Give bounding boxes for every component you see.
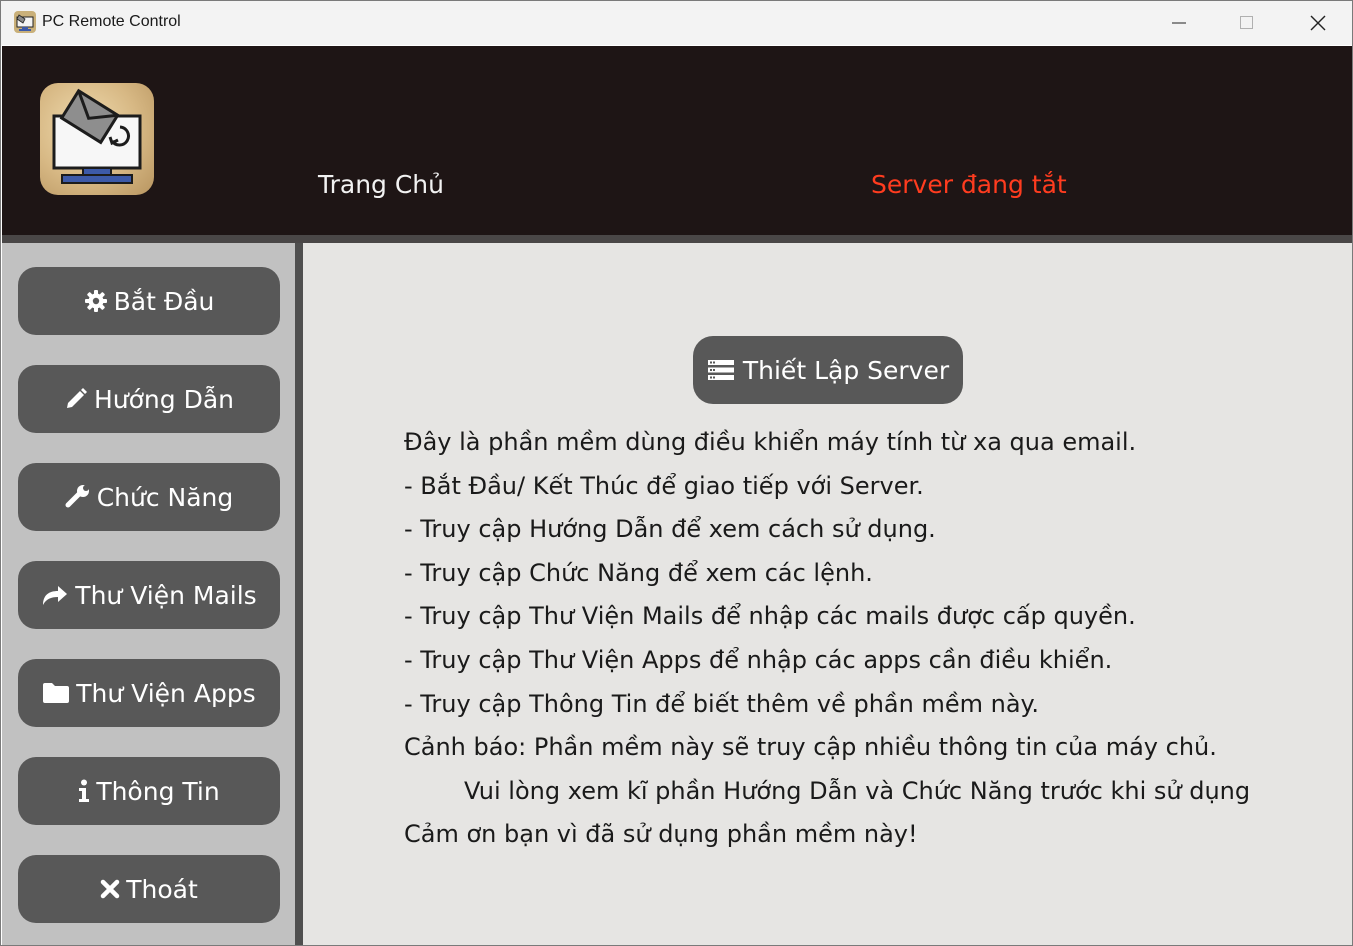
description-line: Vui lòng xem kĩ phần Hướng Dẫn và Chức N… xyxy=(464,776,1251,805)
page-title: Trang Chủ xyxy=(318,170,445,199)
pencil-icon xyxy=(64,387,88,411)
mail-library-button-label: Thư Viện Mails xyxy=(75,580,257,610)
folder-icon xyxy=(42,682,70,704)
wrench-icon xyxy=(65,484,91,510)
description-line: Đây là phần mềm dùng điều khiển máy tính… xyxy=(404,428,1137,456)
server-status-label: Server đang tắt xyxy=(871,170,1067,199)
description-line: - Truy cập Thư Viện Mails để nhập các ma… xyxy=(404,602,1136,631)
app-logo xyxy=(40,83,154,195)
close-button[interactable] xyxy=(1284,1,1352,45)
guide-button-label: Hướng Dẫn xyxy=(93,384,234,414)
start-button[interactable]: Bắt Đầu xyxy=(18,267,280,335)
description-text: Đây là phần mềm dùng điều khiển máy tính… xyxy=(404,421,1304,857)
features-button-label: Chức Năng xyxy=(96,482,234,512)
description-line: - Truy cập Thư Viện Apps để nhập các app… xyxy=(404,645,1113,674)
title-bar[interactable]: PC Remote Control xyxy=(1,1,1352,45)
maximize-button[interactable] xyxy=(1213,1,1281,45)
description-line: - Bắt Đầu/ Kết Thúc để giao tiếp với Ser… xyxy=(404,471,924,500)
guide-button[interactable]: Hướng Dẫn xyxy=(18,365,280,433)
description-line: Cảm ơn bạn vì đã sử dụng phần mềm này! xyxy=(404,820,918,849)
description-line: - Truy cập Thông Tin để biết thêm về phầ… xyxy=(404,689,1039,718)
description-line: Cảnh báo: Phần mềm này sẽ truy cập nhiều… xyxy=(404,733,1217,762)
description-line: - Truy cập Chức Năng để xem các lệnh. xyxy=(404,558,873,587)
setup-server-button[interactable]: Thiết Lập Server xyxy=(693,336,963,404)
app-icon xyxy=(14,11,36,33)
app-window: PC Remote Control Trang Chủ Server đang … xyxy=(0,0,1353,946)
window-title: PC Remote Control xyxy=(42,13,181,30)
minimize-icon xyxy=(1172,22,1186,24)
main-content: Thiết Lập Server Đây là phần mềm dùng đi… xyxy=(303,243,1352,945)
sidebar: Bắt Đầu Hướng Dẫn Chức Năng Thư Viện Mai… xyxy=(2,243,295,945)
share-arrow-icon xyxy=(41,583,69,607)
info-button[interactable]: Thông Tin xyxy=(18,757,280,825)
exit-button-label: Thoát xyxy=(126,874,198,904)
close-icon xyxy=(1310,15,1326,31)
mail-library-button[interactable]: Thư Viện Mails xyxy=(18,561,280,629)
app-library-button[interactable]: Thư Viện Apps xyxy=(18,659,280,727)
close-x-icon xyxy=(100,879,120,899)
gear-icon xyxy=(84,289,108,313)
header-bar: Trang Chủ Server đang tắt xyxy=(2,46,1352,236)
start-button-label: Bắt Đầu xyxy=(113,286,215,316)
app-library-button-label: Thư Viện Apps xyxy=(76,678,256,708)
description-line: - Truy cập Hướng Dẫn để xem cách sử dụng… xyxy=(404,515,936,544)
header-divider xyxy=(2,235,1352,243)
exit-button[interactable]: Thoát xyxy=(18,855,280,923)
info-button-label: Thông Tin xyxy=(96,776,220,806)
features-button[interactable]: Chức Năng xyxy=(18,463,280,531)
server-icon xyxy=(707,358,735,382)
setup-server-label: Thiết Lập Server xyxy=(742,355,950,385)
info-icon xyxy=(78,779,90,803)
minimize-button[interactable] xyxy=(1145,1,1213,45)
maximize-icon xyxy=(1240,16,1253,29)
sidebar-divider xyxy=(295,243,303,945)
